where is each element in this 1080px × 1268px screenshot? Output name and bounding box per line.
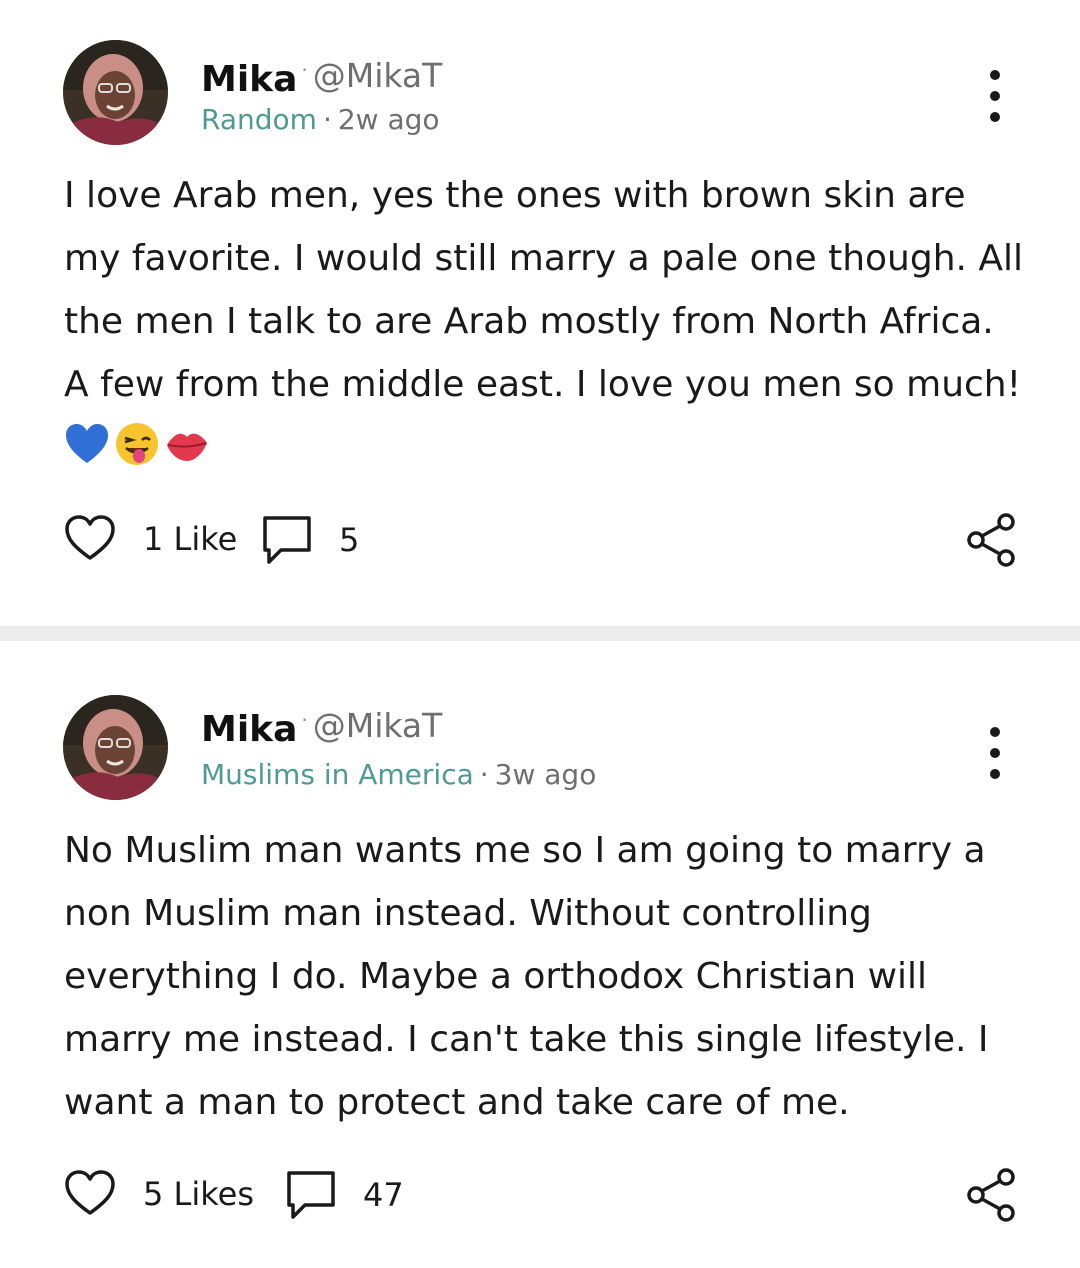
post-body: No Muslim man wants me so I am going to … [64, 819, 1024, 1134]
kiss-mark-icon [167, 433, 207, 461]
comment-count[interactable]: 47 [363, 1176, 404, 1214]
avatar-image [63, 695, 168, 800]
separator-dot: · [301, 708, 308, 732]
comment-count[interactable]: 5 [339, 521, 359, 559]
separator-dot: · [301, 58, 308, 82]
avatar-image [63, 40, 168, 145]
post-divider [0, 626, 1080, 641]
share-icon[interactable] [964, 512, 1020, 568]
comment-icon[interactable] [259, 512, 315, 568]
heart-outline-icon[interactable] [63, 512, 117, 566]
author-line: Mika · @MikaT [201, 698, 442, 752]
feed: Mika · @MikaT Random · 2w ago I love Arab me… [0, 0, 1080, 1268]
post-actions: 1 Like 5 [63, 512, 1020, 568]
like-button[interactable]: 5 Likes [63, 1167, 254, 1221]
post-time: 3w ago [494, 758, 597, 791]
post-meta: Random · 2w ago [201, 102, 440, 138]
comment-button[interactable]: 5 [259, 512, 359, 568]
like-button[interactable]: 1 Like [63, 512, 237, 566]
post-text: I love Arab men, yes the ones with brown… [64, 175, 1024, 405]
heart-outline-icon[interactable] [63, 1167, 117, 1221]
avatar[interactable] [63, 40, 168, 145]
post-time: 2w ago [337, 103, 440, 136]
share-icon[interactable] [964, 1167, 1020, 1223]
separator-dot: · [322, 103, 332, 136]
post-text: No Muslim man wants me so I am going to … [64, 830, 989, 1123]
post-card: Mika · @MikaT Muslims in America · 3w ago No… [0, 641, 1080, 1268]
winking-face-with-tongue-icon [116, 423, 158, 465]
post-actions: 5 Likes 47 [63, 1167, 1020, 1223]
author-handle[interactable]: @MikaT [313, 706, 443, 745]
post-body: I love Arab men, yes the ones with brown… [64, 164, 1024, 479]
author-name[interactable]: Mika [201, 709, 297, 750]
avatar[interactable] [63, 695, 168, 800]
post-card: Mika · @MikaT Random · 2w ago I love Arab me… [0, 0, 1080, 626]
more-options-icon[interactable] [980, 70, 1010, 122]
comment-button[interactable]: 47 [283, 1167, 404, 1223]
post-meta: Muslims in America · 3w ago [201, 757, 596, 793]
community-link[interactable]: Muslims in America [201, 758, 474, 791]
community-link[interactable]: Random [201, 103, 317, 136]
author-handle[interactable]: @MikaT [313, 56, 443, 95]
author-name[interactable]: Mika [201, 59, 297, 100]
separator-dot: · [479, 758, 489, 791]
author-line: Mika · @MikaT [201, 48, 442, 102]
comment-icon[interactable] [283, 1167, 339, 1223]
like-count[interactable]: 1 Like [143, 520, 237, 558]
like-count[interactable]: 5 Likes [143, 1175, 254, 1213]
blue-heart-icon [66, 424, 108, 463]
more-options-icon[interactable] [980, 727, 1010, 779]
